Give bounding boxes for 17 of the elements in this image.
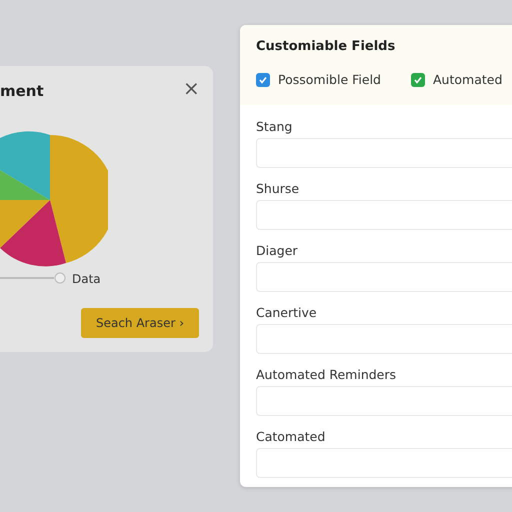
checkbox-label: Automated [433,72,502,87]
data-label: Data [72,272,101,286]
check-icon [413,74,423,84]
field-label: Diager [256,243,299,258]
field-label: Automated Reminders [256,367,398,382]
checkbox[interactable] [411,72,425,86]
search-button[interactable]: Seach Araser › [81,308,199,338]
field-label: Stang [256,119,294,134]
field-label: Catomated [256,429,326,444]
panel-title: ment [0,82,44,100]
check-icon [258,74,268,84]
field-label: Canertive [256,305,318,320]
checkbox[interactable] [256,72,270,86]
panel-title: Customiable Fields [256,39,396,54]
close-button[interactable]: × [183,78,200,98]
checkbox-label: Possomible Field [278,72,381,87]
field-label: Shurse [256,181,300,196]
